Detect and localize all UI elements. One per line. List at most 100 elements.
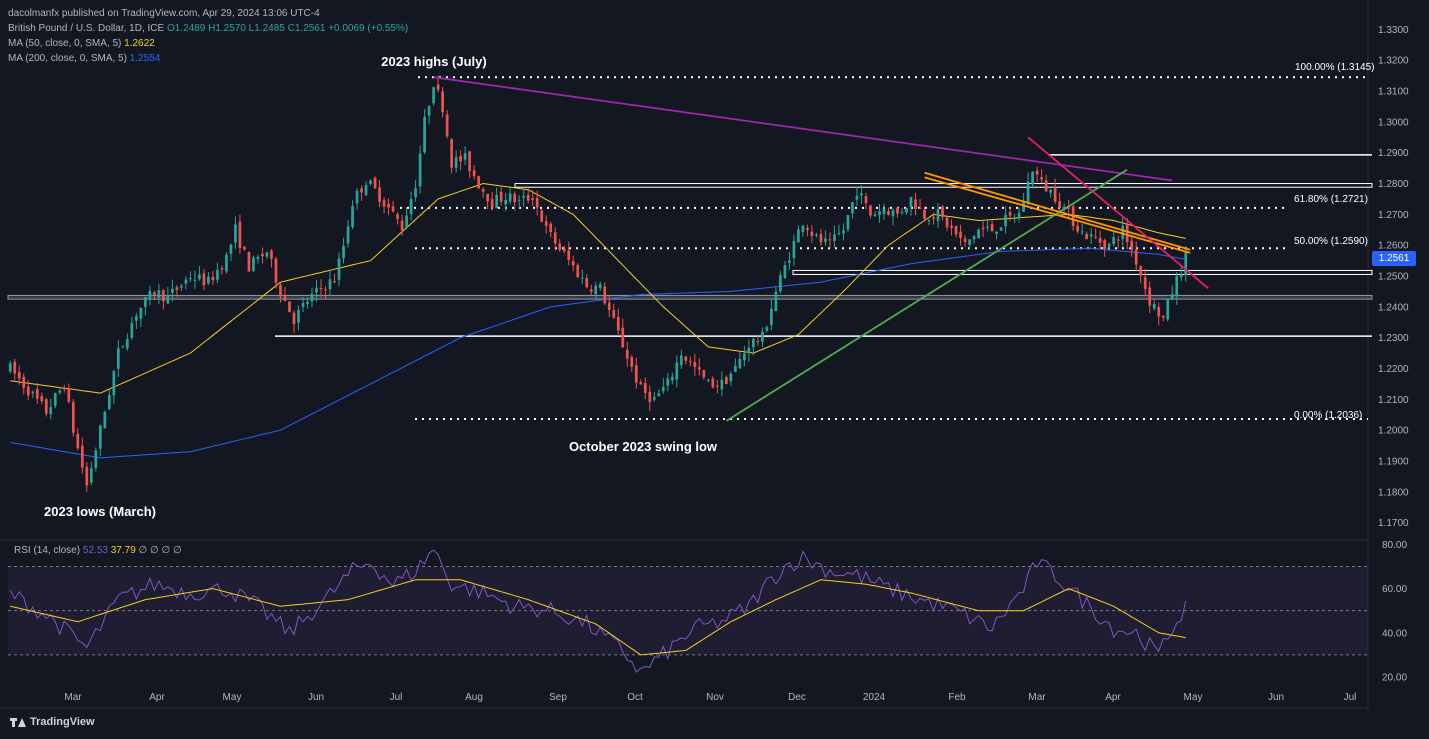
candle-body	[1026, 181, 1030, 204]
candle-body	[860, 193, 863, 196]
candle-body	[472, 170, 476, 177]
candle-body	[990, 224, 994, 232]
candle-body	[504, 199, 508, 205]
candle-body	[26, 386, 30, 396]
time-tick-label: Apr	[149, 692, 165, 703]
candle-body	[490, 199, 494, 208]
candle-body	[396, 214, 399, 220]
candle-body	[774, 291, 778, 312]
rsi-extras: ∅ ∅ ∅ ∅	[138, 545, 182, 556]
candle-body	[837, 233, 841, 235]
candle-body	[184, 279, 188, 284]
candle-body	[634, 365, 638, 383]
price-tick-label: 1.2300	[1378, 333, 1409, 344]
candle-body	[625, 349, 629, 359]
candle-body	[544, 221, 548, 226]
candle-body	[747, 348, 751, 353]
candle-body	[459, 155, 462, 162]
candle-body	[418, 153, 422, 187]
chart-stage[interactable]: 2023 highs (July) 2023 lows (March) Octobe…	[0, 0, 1429, 739]
candle-body	[243, 246, 246, 250]
rsi-tick-label: 40.00	[1382, 628, 1407, 639]
candle-body	[562, 248, 566, 252]
price-tick-label: 1.1900	[1378, 456, 1409, 467]
candle-body	[139, 307, 143, 319]
candle-body	[972, 236, 976, 240]
candle-body	[702, 370, 706, 378]
price-tick-label: 1.3000	[1378, 117, 1409, 128]
candle-body	[616, 316, 620, 331]
candle-body	[968, 239, 971, 245]
candle-body	[315, 287, 318, 293]
rsi-tick-label: 60.00	[1382, 584, 1407, 595]
candle-body	[941, 206, 944, 218]
candle-body	[1112, 237, 1116, 245]
candle-body	[995, 231, 998, 234]
candle-body	[842, 230, 845, 234]
time-tick-label: Sep	[549, 692, 567, 703]
candle-body	[198, 274, 201, 280]
candle-body	[720, 379, 724, 390]
ma200-legend[interactable]: MA (200, close, 0, SMA, 5) 1.2554	[8, 51, 408, 66]
price-tick-label: 1.2700	[1378, 210, 1409, 221]
candle-body	[427, 106, 431, 116]
candle-body	[162, 290, 165, 302]
candle-body	[225, 254, 228, 272]
candle-body	[270, 250, 273, 259]
time-tick-label: Oct	[627, 692, 643, 703]
time-tick-label: Feb	[948, 692, 966, 703]
candle-body	[752, 339, 755, 348]
tradingview-brand[interactable]: TradingView	[10, 716, 95, 728]
candle-body	[670, 376, 674, 381]
rsi-legend[interactable]: RSI (14, close) 52.53 37.79 ∅ ∅ ∅ ∅	[14, 545, 182, 556]
ohlc-values: O1.2489 H1.2570 L1.2485 C1.2561 +0.0069 …	[166, 23, 409, 34]
candle-body	[639, 382, 643, 385]
candle-body	[1125, 224, 1129, 243]
candle-body	[116, 348, 120, 369]
candle-body	[1157, 306, 1161, 317]
candle-body	[220, 268, 224, 270]
candle-body	[950, 225, 953, 229]
candle-body	[1080, 231, 1084, 233]
candle-body	[355, 190, 359, 204]
candle-body	[607, 302, 611, 310]
candle-body	[364, 184, 368, 196]
candle-body	[454, 157, 458, 168]
candle-body	[540, 210, 544, 222]
price-tick-label: 1.1700	[1378, 518, 1409, 529]
candle-body	[959, 231, 962, 238]
candle-body	[373, 177, 377, 189]
candle-body	[833, 234, 836, 241]
candle-body	[797, 229, 800, 243]
candle-body	[878, 211, 881, 216]
time-tick-label: Aug	[465, 692, 483, 703]
candle-body	[477, 176, 480, 189]
candle-body	[409, 199, 413, 215]
candle-body	[261, 253, 264, 257]
candle-body	[301, 303, 305, 307]
price-chart[interactable]: 2023 highs (July)2023 lows (March)Octobe…	[0, 0, 1429, 739]
symbol-name[interactable]: British Pound / U.S. Dollar, 1D, ICE	[8, 23, 164, 34]
candle-body	[310, 293, 314, 302]
candle-body	[265, 252, 269, 257]
candle-body	[779, 275, 782, 292]
price-tick-label: 1.3200	[1378, 56, 1409, 67]
rsi-ma-value: 37.79	[110, 545, 136, 556]
candle-body	[1035, 170, 1039, 175]
rsi-tick-label: 80.00	[1382, 540, 1407, 551]
support-zone	[7, 294, 1373, 300]
candle-body	[1139, 266, 1143, 276]
candle-body	[8, 363, 12, 372]
candle-body	[801, 225, 805, 232]
time-tick-label: Mar	[1028, 692, 1046, 703]
candle-body	[986, 226, 989, 228]
candle-body	[450, 139, 453, 168]
candle-body	[1103, 239, 1107, 249]
candle-body	[49, 407, 53, 415]
ma50-value: 1.2622	[124, 38, 155, 49]
candle-body	[103, 412, 107, 429]
candle-body	[175, 287, 179, 290]
ma50-legend[interactable]: MA (50, close, 0, SMA, 5) 1.2622	[8, 36, 408, 51]
candle-body	[706, 379, 710, 381]
candle-body	[94, 450, 98, 468]
